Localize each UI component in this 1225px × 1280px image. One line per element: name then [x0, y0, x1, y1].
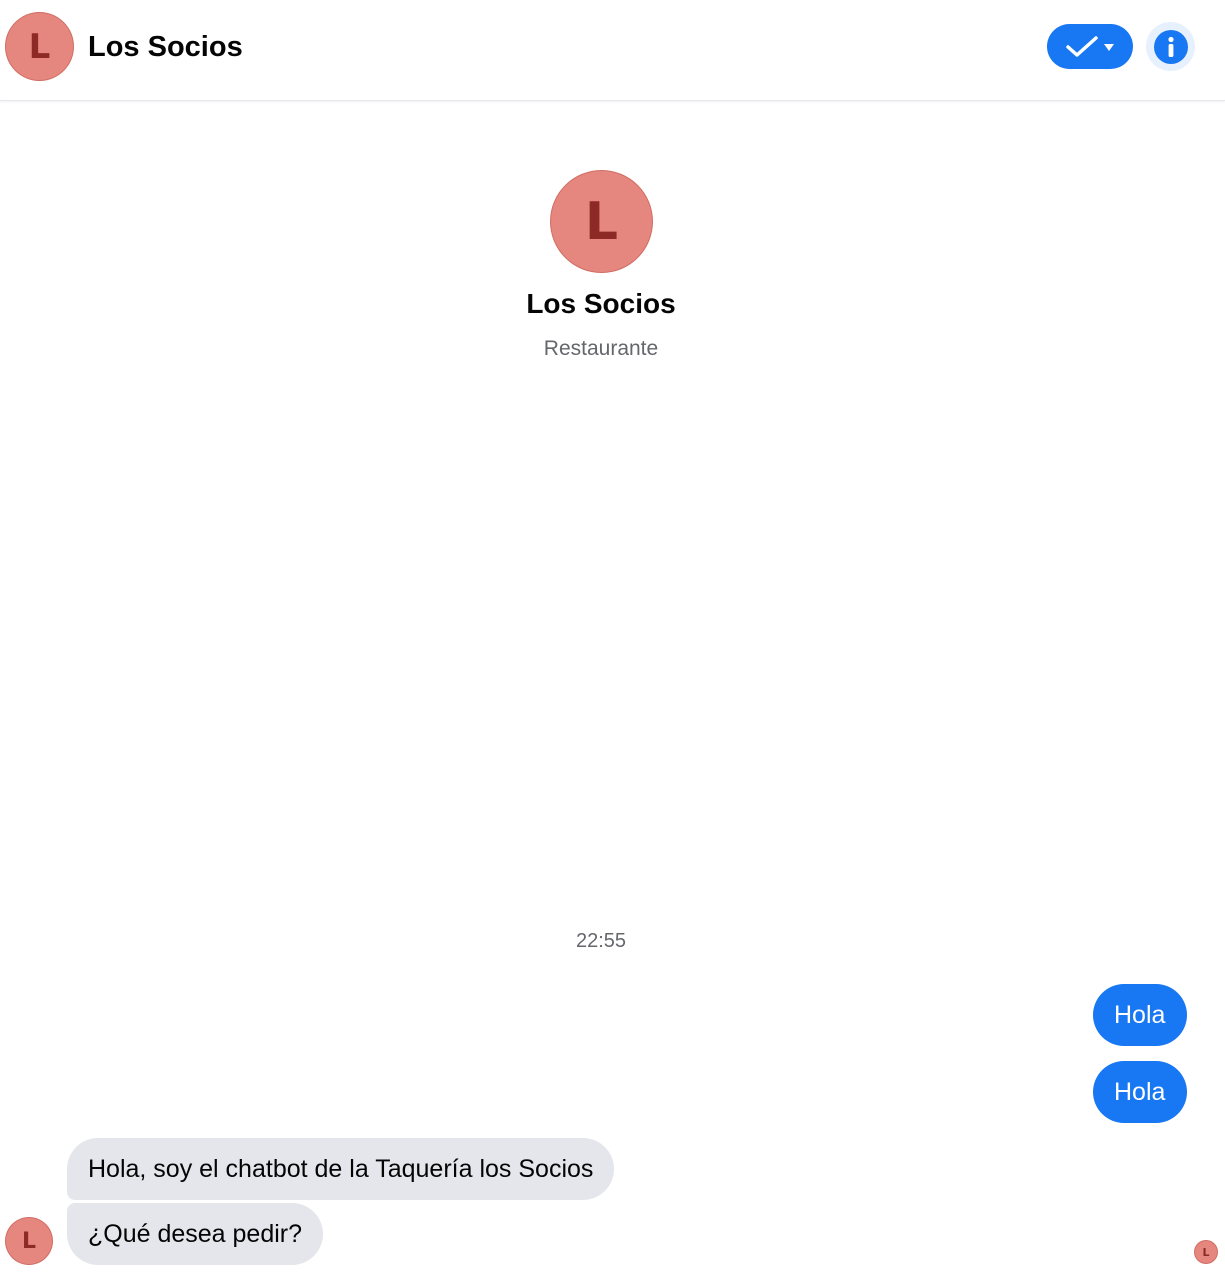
chat-title[interactable]: Los Socios [88, 28, 243, 66]
info-icon [1153, 29, 1188, 64]
profile-category: Restaurante [543, 337, 659, 360]
info-button[interactable] [1146, 22, 1195, 71]
avatar[interactable]: L [5, 12, 74, 81]
sender-avatar[interactable]: L [5, 1217, 53, 1265]
incoming-message[interactable]: ¿Qué desea pedir? [67, 1203, 324, 1265]
outgoing-message[interactable]: Hola [1093, 1061, 1187, 1123]
outgoing-message[interactable]: Hola [1093, 984, 1187, 1046]
incoming-message[interactable]: Hola, soy el chatbot de la Taquería los … [67, 1138, 615, 1200]
check-icon [1066, 35, 1098, 57]
chat-header: L Los Socios [0, 0, 1225, 101]
caret-down-icon [1104, 43, 1114, 51]
message-timestamp: 22:55 [575, 930, 627, 952]
profile-name: Los Socios [526, 288, 676, 319]
seen-indicator-avatar: L [1194, 1240, 1218, 1264]
mark-done-button[interactable] [1047, 24, 1133, 69]
profile-avatar: L [550, 170, 653, 273]
